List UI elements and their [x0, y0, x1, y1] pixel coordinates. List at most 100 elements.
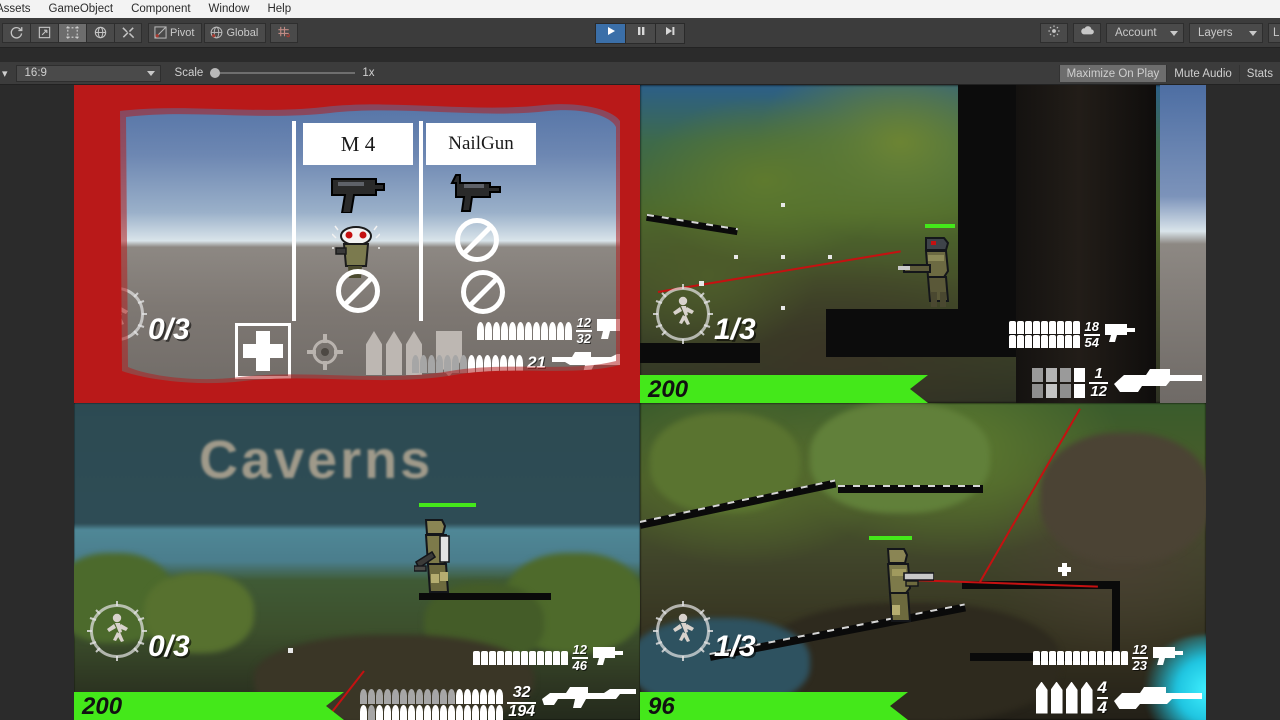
player-1-viewport: M 4 NailGun 0/3 12 32 21: [74, 85, 640, 403]
cave-ledge: [640, 343, 760, 363]
pistol-icon[interactable]: [326, 173, 388, 218]
smg-icon[interactable]: [446, 171, 508, 218]
menu-divider-1: [292, 121, 296, 321]
no-entry-icon[interactable]: [455, 218, 499, 262]
cave-floor: [826, 309, 1016, 357]
weapon-slot-2-name[interactable]: NailGun: [426, 123, 536, 165]
ground-blob: [254, 635, 534, 720]
platform-vertical: [1112, 581, 1120, 659]
foliage-blob: [810, 403, 990, 513]
particle: [734, 255, 738, 259]
soldier-sprite: [878, 545, 935, 630]
rotate-tool-button[interactable]: [2, 22, 30, 43]
menu-item-assets[interactable]: Assets: [0, 0, 40, 18]
transform-tools-group: [2, 22, 142, 43]
weapon-slot-1-name[interactable]: M 4: [303, 123, 413, 165]
particle: [781, 306, 785, 310]
crosshair-cursor: [1058, 563, 1071, 576]
layout-label: L: [1273, 27, 1280, 39]
scale-slider[interactable]: [210, 67, 356, 79]
menu-item-window[interactable]: Window: [200, 0, 259, 18]
custom-tool-button[interactable]: [114, 22, 142, 43]
player-3-viewport: Caverns 0/3 200 12 46 32 194: [74, 403, 640, 720]
target-icon[interactable]: [306, 333, 344, 371]
soldier-sprite: [898, 232, 960, 315]
aspect-ratio-dropdown[interactable]: 16:9: [15, 64, 161, 82]
handle-space-label: Global: [226, 26, 259, 39]
pivot-icon: [154, 26, 167, 39]
gameview-toolbar: ▾ 16:9 Scale 1x Maximize On Play Mute Au…: [0, 62, 1280, 85]
platform-upper-flat: [838, 485, 983, 493]
level-title: Caverns: [199, 430, 434, 490]
slider-track: [210, 72, 356, 74]
transform-icon: [93, 25, 108, 40]
maximize-on-play-toggle[interactable]: Maximize On Play: [1058, 65, 1167, 82]
particle: [699, 281, 704, 286]
rect-transform-icon: [65, 25, 80, 40]
particle: [288, 648, 293, 653]
water-blob: [640, 618, 810, 708]
mute-audio-toggle[interactable]: Mute Audio: [1166, 65, 1239, 82]
transform-tool-button[interactable]: [86, 22, 114, 43]
play-button[interactable]: [595, 22, 625, 44]
slider-knob[interactable]: [210, 68, 221, 78]
menu-divider-2: [419, 121, 423, 321]
weapon-pick-menu[interactable]: M 4 NailGun: [74, 85, 640, 403]
pause-icon: [635, 24, 647, 42]
scale-control: Scale 1x: [175, 67, 375, 79]
health-cross-icon[interactable]: [243, 331, 283, 371]
wrench-icon: [121, 25, 136, 40]
particle: [781, 203, 785, 207]
chevron-down-icon: [1249, 30, 1257, 36]
menu-bar: Assets GameObject Component Window Help: [0, 0, 1280, 18]
layers-dropdown[interactable]: Layers: [1189, 23, 1263, 43]
platform: [419, 593, 551, 600]
collab-button[interactable]: [1073, 23, 1101, 43]
playmode-controls: [595, 18, 685, 48]
player-2-viewport: 1/3 200 18 54 1 12: [640, 85, 1206, 403]
stats-toggle[interactable]: Stats: [1238, 65, 1280, 82]
pivot-label: Pivot: [170, 26, 195, 39]
pellet: [366, 331, 382, 375]
grid-snap-icon: [277, 25, 292, 40]
pellet: [406, 331, 422, 375]
shield-icon[interactable]: [436, 331, 462, 377]
menu-item-gameobject[interactable]: GameObject: [40, 0, 123, 18]
scale-tool-button[interactable]: [30, 22, 58, 43]
main-toolbar: Pivot Global Account Layers L: [0, 18, 1280, 48]
step-button[interactable]: [655, 22, 685, 44]
cave-wall-left: [958, 85, 1016, 313]
globe-icon: [210, 26, 223, 39]
bullets-icon[interactable]: [366, 331, 422, 375]
no-entry-icon[interactable]: [461, 270, 505, 314]
account-label: Account: [1115, 27, 1157, 39]
game-view[interactable]: M 4 NailGun 0/3 12 32 21 1/3 200 18 54 1…: [74, 85, 1206, 720]
gameview-tab-caret[interactable]: ▾: [2, 67, 8, 80]
account-dropdown[interactable]: Account: [1106, 23, 1184, 43]
cloud-icon: [1080, 24, 1095, 43]
scale-value: 1x: [362, 67, 375, 79]
layers-label: Layers: [1198, 27, 1233, 39]
rect-tool-button[interactable]: [58, 22, 86, 43]
handle-space-button[interactable]: Global: [204, 22, 267, 43]
chevron-down-icon: [146, 70, 155, 76]
unity-editor-window: Assets GameObject Component Window Help: [0, 0, 1280, 720]
play-icon: [605, 24, 617, 42]
pivot-mode-button[interactable]: Pivot: [148, 22, 203, 43]
grid-snap-button[interactable]: [270, 22, 299, 43]
player-4-viewport: 1/3 96 12 23 4 4: [640, 403, 1206, 720]
services-icon: [1047, 24, 1061, 43]
weapon-slot-1-label: M 4: [340, 131, 376, 156]
particle: [828, 255, 832, 259]
menu-item-component[interactable]: Component: [122, 0, 199, 18]
weapon-slot-2-label: NailGun: [448, 133, 514, 154]
layout-dropdown[interactable]: L: [1268, 23, 1280, 43]
pause-button[interactable]: [625, 22, 655, 44]
no-entry-icon[interactable]: [336, 269, 380, 313]
aspect-ratio-value: 16:9: [24, 67, 47, 79]
sky-strip: [1160, 85, 1206, 403]
menu-item-help[interactable]: Help: [258, 0, 300, 18]
platform-bottom: [970, 653, 1120, 661]
scale-icon: [37, 25, 52, 40]
services-button[interactable]: [1040, 23, 1068, 43]
